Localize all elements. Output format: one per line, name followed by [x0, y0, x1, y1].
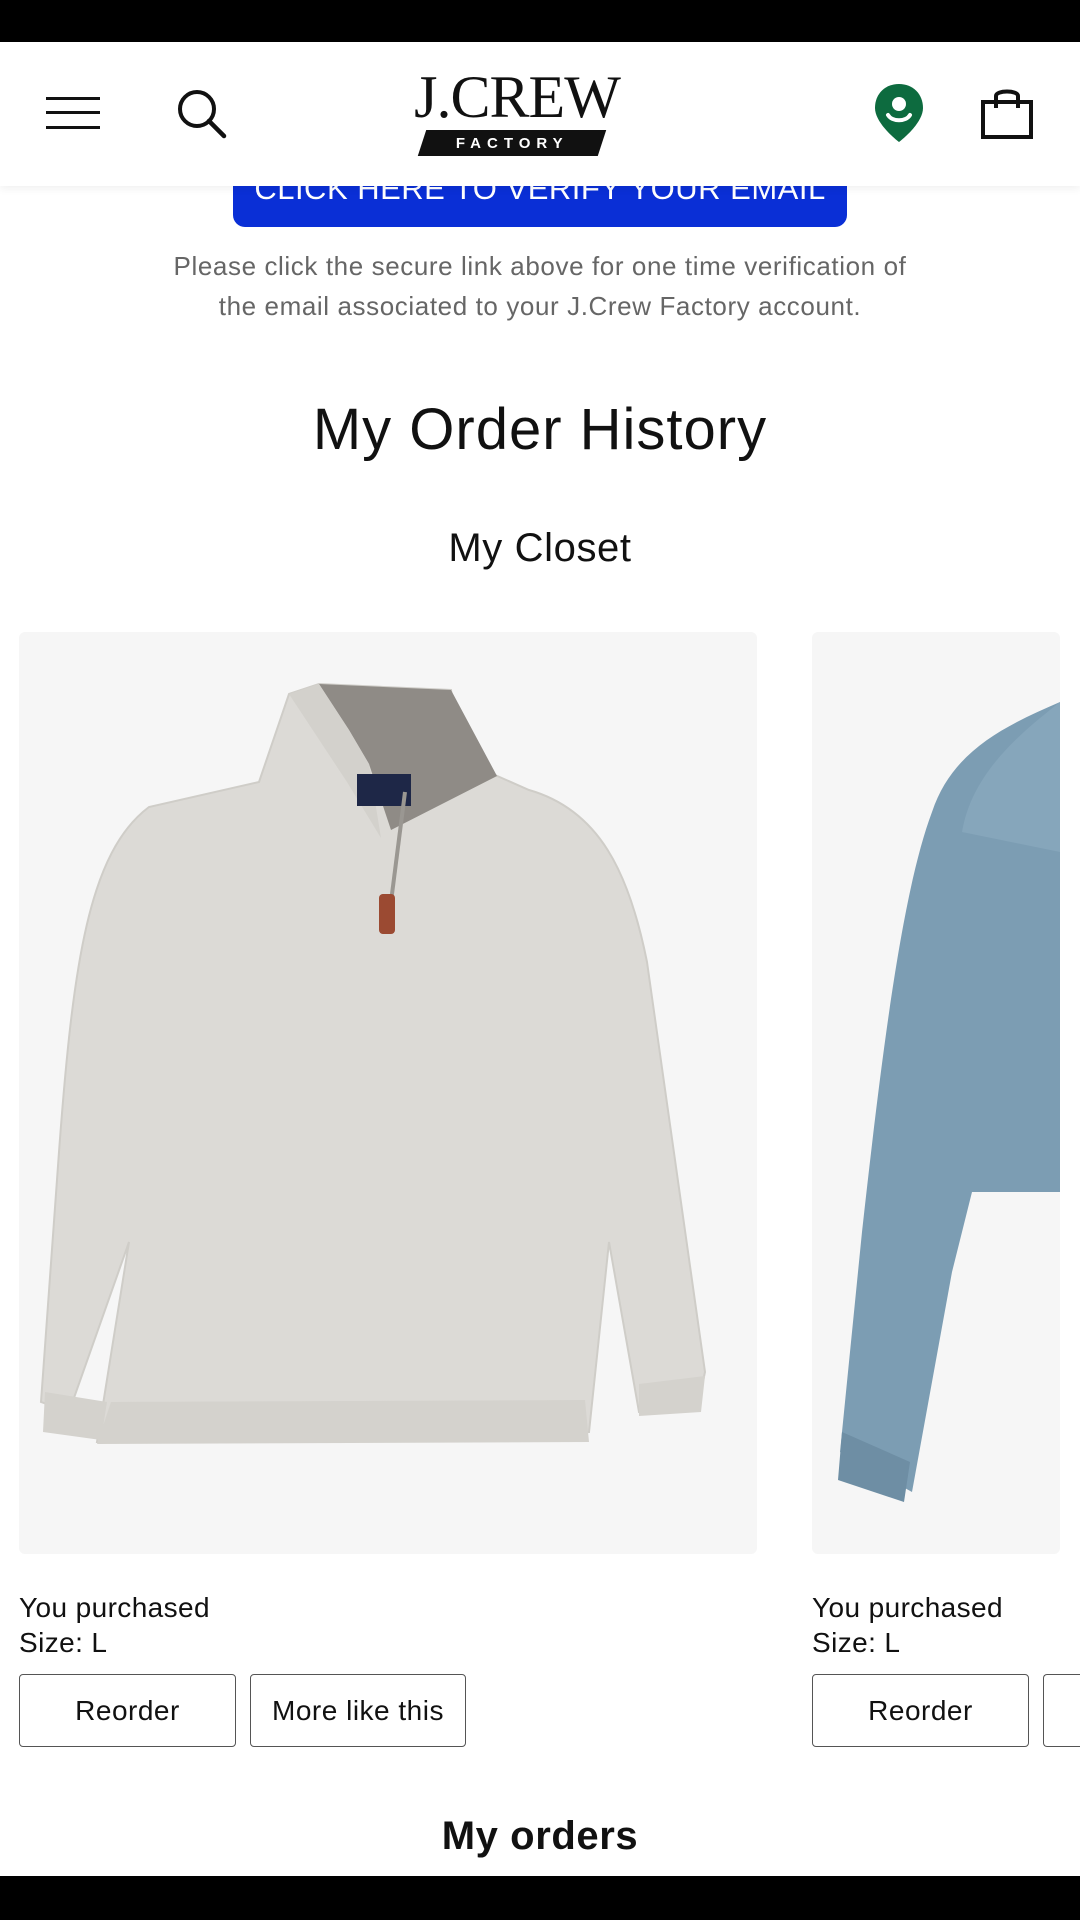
logo-factory-text: FACTORY: [455, 134, 569, 152]
verify-note-line-2: the email associated to your J.Crew Fact…: [218, 291, 862, 321]
card-2-size-label: Size: L: [812, 1627, 901, 1658]
card-1-purchased-label: You purchased: [19, 1592, 210, 1623]
verify-email-note: Please click the secure link above for o…: [100, 246, 980, 326]
blue-sweater-illustration: [838, 702, 1060, 1502]
jcrew-factory-logo[interactable]: J.CREW FACTORY: [396, 64, 638, 164]
navigation-bar: [0, 1876, 1080, 1920]
half-zip-sweater-illustration: [39, 682, 707, 1444]
closet-title: My Closet: [448, 526, 632, 570]
verify-note-line-1: Please click the secure link above for o…: [173, 251, 907, 281]
card-2-more-like-this-button-partial[interactable]: [1043, 1674, 1080, 1747]
card-1-size-label: Size: L: [19, 1627, 108, 1658]
closet-item-image-half-zip-sweater[interactable]: [19, 632, 757, 1554]
hamburger-menu-icon[interactable]: [40, 80, 106, 146]
shopping-bag-icon[interactable]: [972, 78, 1042, 148]
my-orders-title: My orders: [441, 1814, 639, 1858]
closet-item-image-blue-sweater[interactable]: [812, 632, 1060, 1554]
location-pin-icon[interactable]: [864, 76, 934, 150]
search-icon[interactable]: [168, 80, 234, 146]
logo-factory-badge: FACTORY: [417, 130, 607, 156]
card-2-reorder-button[interactable]: Reorder: [812, 1674, 1029, 1747]
page-title: My Order History: [312, 397, 768, 462]
logo-wordmark: J.CREW: [414, 64, 621, 130]
site-header: J.CREW FACTORY: [0, 42, 1080, 186]
status-bar: [0, 0, 1080, 42]
card-1-reorder-button[interactable]: Reorder: [19, 1674, 236, 1747]
card-1-more-like-this-button[interactable]: More like this: [250, 1674, 466, 1747]
card-2-purchased-label: You purchased: [812, 1592, 1003, 1623]
